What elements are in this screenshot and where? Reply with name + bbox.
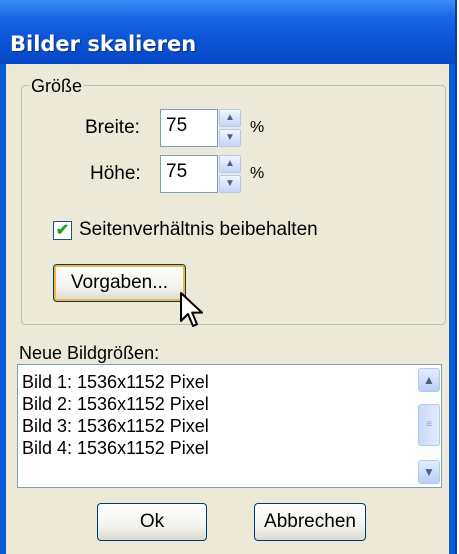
list-item[interactable]: Bild 4: 1536x1152 Pixel	[22, 437, 209, 459]
height-input[interactable]: 75	[160, 155, 218, 193]
height-unit: %	[250, 165, 265, 182]
keep-aspect-checkbox[interactable]: ✔	[53, 221, 72, 240]
scroll-down-arrow-icon[interactable]: ▼	[418, 460, 440, 484]
ok-button[interactable]: Ok	[97, 503, 207, 541]
width-input[interactable]: 75	[160, 109, 218, 147]
width-spinner[interactable]: ▲ ▼	[219, 109, 241, 147]
height-down-arrow-icon[interactable]: ▼	[219, 175, 241, 193]
new-sizes-label: Neue Bildgrößen:	[19, 343, 160, 363]
checkmark-icon: ✔	[55, 221, 70, 239]
list-item[interactable]: Bild 2: 1536x1152 Pixel	[22, 393, 209, 415]
width-up-arrow-icon[interactable]: ▲	[219, 109, 241, 127]
scroll-thumb[interactable]: ≡	[418, 404, 440, 446]
dialog-client-area: Größe Breite: 75 ▲ ▼ % Höhe: 75 ▲ ▼ % ✔ …	[6, 64, 449, 554]
height-label: Höhe:	[90, 163, 141, 184]
list-item[interactable]: Bild 3: 1536x1152 Pixel	[22, 415, 209, 437]
list-item[interactable]: Bild 1: 1536x1152 Pixel	[22, 371, 209, 393]
scroll-up-arrow-icon[interactable]: ▲	[418, 368, 440, 392]
size-group-legend: Größe	[29, 75, 85, 97]
dialog-window: Bilder skalieren Größe Breite: 75 ▲ ▼ % …	[0, 0, 457, 554]
cancel-button[interactable]: Abbrechen	[254, 503, 366, 541]
title-bar[interactable]: Bilder skalieren	[0, 0, 455, 64]
list-scrollbar[interactable]: ▲ ≡ ▼	[416, 366, 440, 486]
width-down-arrow-icon[interactable]: ▼	[219, 129, 241, 147]
height-spinner[interactable]: ▲ ▼	[219, 155, 241, 193]
new-sizes-list[interactable]: Bild 1: 1536x1152 Pixel Bild 2: 1536x115…	[17, 364, 442, 488]
presets-button[interactable]: Vorgaben...	[53, 264, 186, 302]
width-unit: %	[250, 119, 265, 136]
keep-aspect-label[interactable]: Seitenverhältnis beibehalten	[79, 218, 318, 242]
window-title: Bilder skalieren	[10, 32, 197, 56]
width-label: Breite:	[85, 117, 140, 138]
mouse-cursor-icon	[180, 292, 203, 327]
height-up-arrow-icon[interactable]: ▲	[219, 155, 241, 173]
